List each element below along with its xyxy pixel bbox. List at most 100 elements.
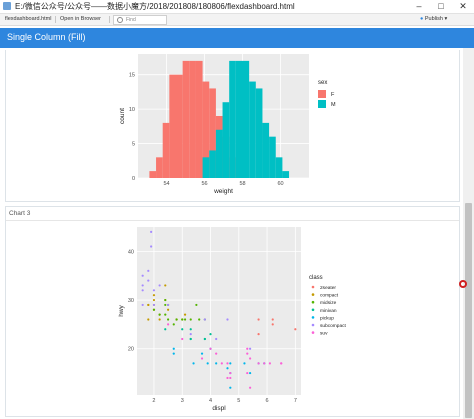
vertical-scrollbar[interactable] — [463, 48, 474, 419]
scatter-point-suv — [181, 337, 184, 341]
scatter-point-midsize — [172, 323, 175, 326]
scatter-point-pickup — [226, 367, 229, 370]
scatter-point-suv — [229, 376, 232, 380]
legend-label: 2seater — [320, 285, 336, 291]
window-titlebar: E:/微信公众号/公众号——数据小魔方/2018/201808/180806/f… — [0, 0, 474, 14]
scatter-point-midsize — [183, 318, 187, 321]
window-title: E:/微信公众号/公众号——数据小魔方/2018/201808/180806/f… — [15, 2, 295, 11]
chart3-title: Chart 3 — [9, 210, 31, 217]
legend-label: pickup — [320, 315, 334, 321]
histogram-bar-m — [255, 88, 263, 178]
x-tick-label: 3 — [181, 398, 184, 404]
histogram-bar-f — [189, 60, 196, 179]
plot-background — [137, 227, 301, 395]
scatter-point-midsize — [175, 318, 178, 321]
scatter-point-suv — [257, 362, 260, 365]
y-axis-title: count — [119, 108, 126, 124]
histogram-bar-f — [162, 122, 170, 178]
legend-title: class — [309, 275, 323, 281]
maximize-icon[interactable]: □ — [430, 0, 452, 13]
dashboard-title: Single Column (Fill) — [7, 32, 86, 42]
x-tick-label: 58 — [239, 181, 245, 187]
legend-key — [311, 293, 315, 296]
scatter-point-subcompact — [152, 289, 156, 292]
x-tick-label: 5 — [237, 398, 240, 404]
publish-button[interactable]: ● Publish ▾ — [420, 15, 447, 24]
scatter-point-pickup — [206, 362, 209, 365]
scatter-point-suv — [167, 323, 170, 326]
scatter-point-subcompact — [141, 284, 144, 287]
scatter-point-2seater — [271, 323, 274, 326]
scatter-point-suv — [226, 376, 229, 380]
x-tick-label: 60 — [277, 181, 283, 187]
histogram-bar-m — [215, 129, 223, 178]
x-axis-title: displ — [212, 405, 226, 412]
histogram-bar-m — [229, 60, 236, 179]
scatter-point-compact — [147, 303, 150, 307]
scatter-point-compact — [158, 318, 161, 321]
histogram-bar-m — [242, 60, 250, 179]
find-input[interactable]: Find — [113, 15, 167, 25]
scatter-point-compact — [164, 284, 167, 287]
scatter-point-minivan — [181, 328, 184, 331]
minimize-icon[interactable]: – — [408, 0, 430, 13]
legend-label: compact — [320, 293, 339, 299]
scatter-point-pickup — [172, 352, 175, 355]
toolbar-divider — [109, 16, 110, 23]
legend-label: minivan — [320, 308, 337, 314]
scatter-point-midsize — [164, 298, 167, 302]
histogram-bar-f — [169, 74, 176, 178]
scatter-point-subcompact — [150, 245, 153, 248]
scatter-point-pickup — [229, 362, 232, 365]
scatter-point-midsize — [198, 318, 201, 321]
find-placeholder: Find — [126, 17, 136, 23]
scatter-point-2seater — [271, 318, 274, 321]
viewer-toolbar: flexdashboard.html Open in Browser Find … — [0, 14, 474, 26]
histogram-bar-f — [149, 171, 157, 178]
mouse-cursor-icon — [459, 280, 467, 288]
histogram-bar-m — [269, 136, 276, 178]
scatter-point-suv — [246, 347, 249, 350]
y-tick-label: 40 — [128, 249, 134, 255]
chart3-panel: Chart 3 20 30 40 2 3 4 5 6 7 displ hwy class 2seater… — [5, 206, 460, 417]
scatter-point-suv — [280, 362, 283, 365]
scatter-point-midsize — [164, 303, 167, 307]
scatter-point-suv — [263, 362, 266, 365]
y-tick-label: 5 — [132, 142, 135, 148]
histogram-bar-m — [275, 157, 283, 178]
scatter-point-2seater — [294, 328, 297, 331]
scatter-point-minivan — [203, 337, 206, 341]
scatter-point-subcompact — [189, 333, 192, 336]
x-tick-label: 7 — [294, 398, 297, 404]
scatter-point-suv — [229, 371, 232, 375]
x-tick-label: 4 — [209, 398, 212, 404]
open-in-browser-button[interactable]: Open in Browser — [60, 15, 101, 24]
y-tick-label: 0 — [132, 176, 135, 182]
histogram-bar-f — [195, 60, 203, 179]
scatter-point-suv — [215, 352, 218, 355]
histogram-bar-f — [182, 60, 190, 179]
scatter-point-compact — [183, 313, 187, 316]
scatter-point-midsize — [181, 318, 184, 321]
x-axis-title: weight — [213, 188, 233, 195]
histogram-bar-m — [262, 122, 270, 178]
scatter-point-subcompact — [158, 284, 161, 287]
scatter-point-subcompact — [152, 303, 156, 307]
scatter-point-subcompact — [141, 289, 144, 292]
legend-key — [311, 331, 315, 334]
histogram-bar-m — [209, 150, 216, 178]
scrollbar-thumb[interactable] — [465, 203, 472, 418]
y-axis-title: hwy — [118, 304, 125, 316]
legend-key — [318, 90, 326, 98]
app-icon — [3, 2, 11, 10]
scatter-point-compact — [167, 308, 170, 311]
legend-label: suv — [320, 332, 328, 337]
chevron-down-icon: ▾ — [444, 16, 448, 22]
scatter-point-minivan — [164, 328, 167, 331]
scatter-point-suv — [220, 362, 223, 365]
scatter-point-subcompact — [147, 269, 150, 272]
close-icon[interactable]: ✕ — [452, 0, 474, 13]
chart2-panel: 0 5 10 15 54 56 58 60 weight count sex F M — [5, 50, 460, 202]
histogram-bar-m — [235, 60, 243, 179]
scatter-point-subcompact — [167, 303, 170, 307]
